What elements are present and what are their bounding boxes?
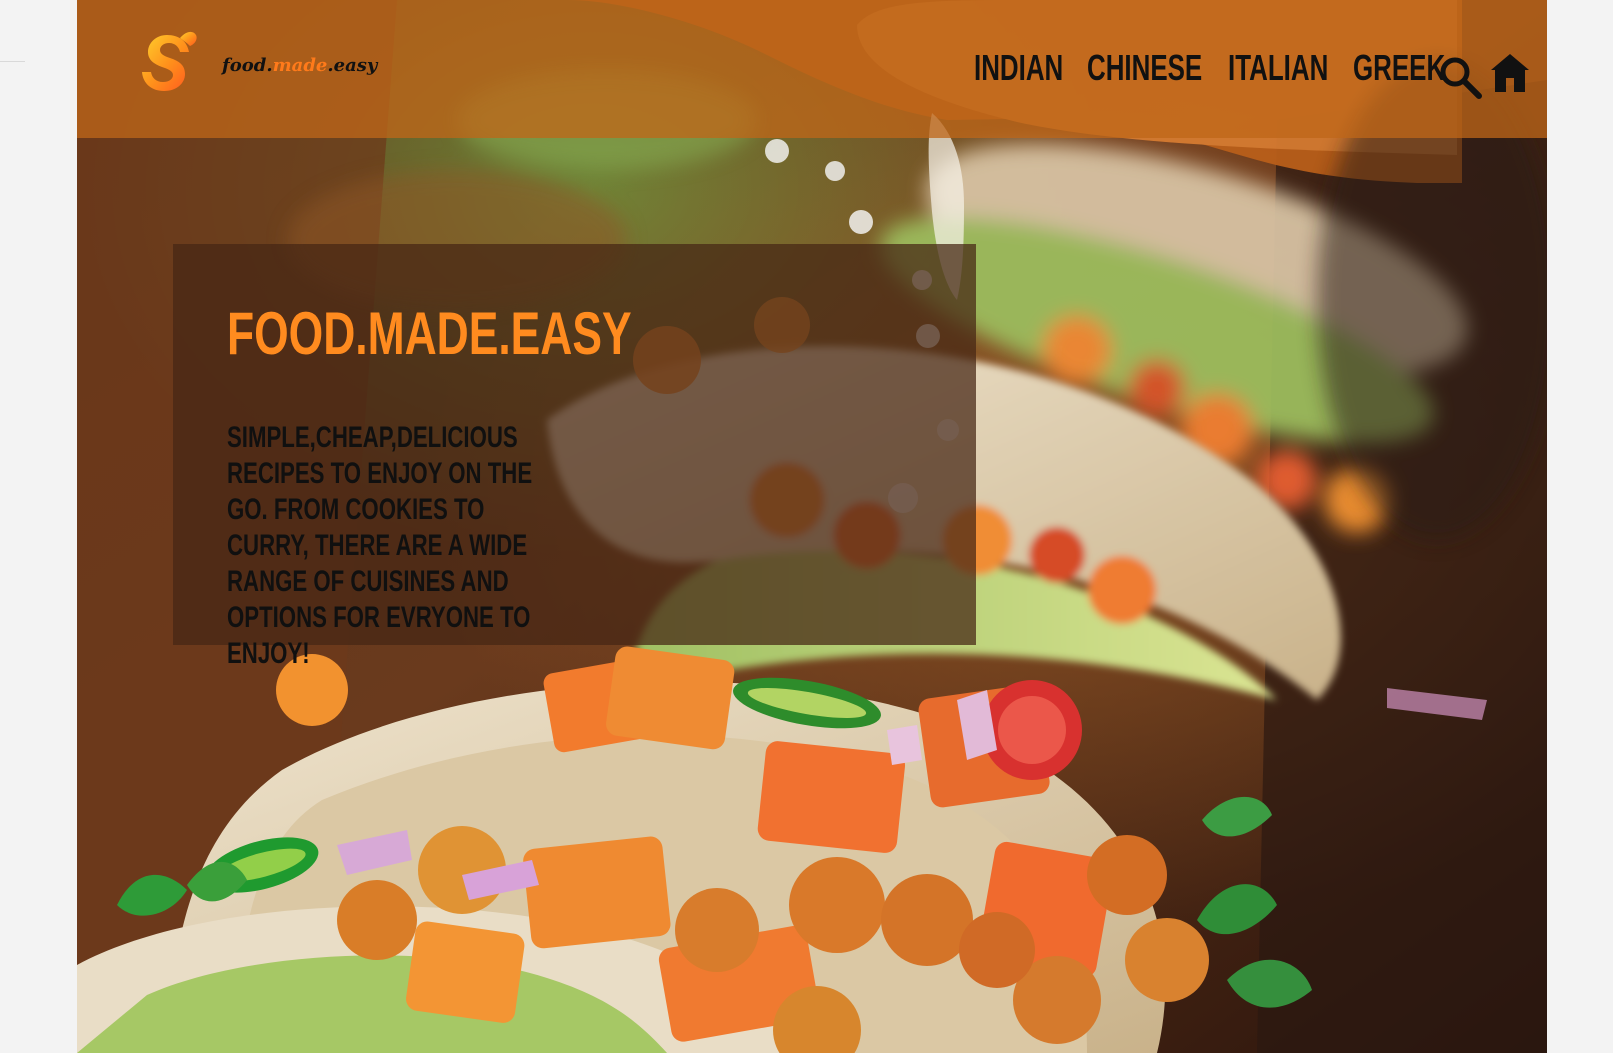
- brand-name-prefix: food.: [222, 54, 273, 76]
- home-icon: [1491, 54, 1529, 92]
- brand-name-middle: made: [272, 54, 328, 76]
- home-button[interactable]: [1487, 50, 1533, 96]
- site-header: food.made.easy INDIAN CHINESE ITALIAN GR…: [77, 0, 1547, 138]
- nav-item-italian[interactable]: ITALIAN: [1228, 50, 1328, 86]
- nav-item-indian[interactable]: INDIAN: [974, 50, 1063, 86]
- main-navigation: INDIAN CHINESE ITALIAN GREEK: [974, 50, 1461, 86]
- page-divider: [0, 61, 25, 62]
- search-button[interactable]: [1437, 54, 1485, 102]
- search-icon: [1440, 57, 1482, 99]
- hero-title: FOOD.MADE.EASY: [227, 300, 632, 367]
- brand-name-suffix: .easy: [327, 54, 378, 76]
- hero-intro-panel: FOOD.MADE.EASY SIMPLE,CHEAP,DELICIOUS RE…: [173, 244, 976, 670]
- brand-logo[interactable]: food.made.easy: [138, 26, 378, 96]
- hero-description: SIMPLE,CHEAP,DELICIOUS RECIPES TO ENJOY …: [227, 421, 533, 670]
- nav-item-greek[interactable]: GREEK: [1353, 50, 1445, 86]
- landing-page: food.made.easy INDIAN CHINESE ITALIAN GR…: [77, 0, 1547, 1053]
- logo-mark-icon: [142, 31, 197, 91]
- nav-item-chinese[interactable]: CHINESE: [1087, 50, 1202, 86]
- brand-name: food.made.easy: [222, 55, 377, 76]
